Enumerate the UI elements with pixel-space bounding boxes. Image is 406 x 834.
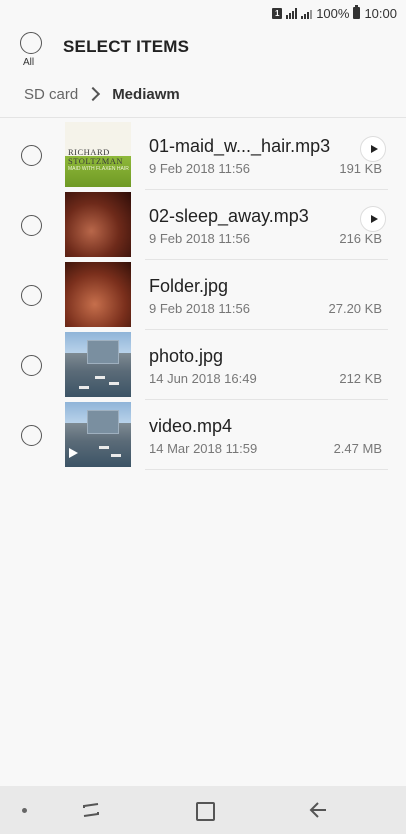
boat-shape: [79, 386, 89, 389]
building-shape: [87, 340, 119, 364]
file-size: 216 KB: [339, 231, 382, 246]
header: All SELECT ITEMS: [0, 26, 406, 72]
divider: [0, 117, 406, 118]
select-all-checkbox[interactable]: [20, 32, 42, 54]
list-item[interactable]: Folder.jpg 9 Feb 2018 11:56 27.20 KB: [0, 260, 406, 330]
file-name: 02-sleep_away.mp3: [149, 206, 309, 226]
signal-icon: [286, 7, 298, 19]
play-button[interactable]: [360, 136, 386, 162]
breadcrumb: SD card Mediawm: [0, 72, 406, 116]
status-bar: 1 100% 10:00: [0, 0, 406, 26]
file-date: 9 Feb 2018 11:56: [149, 161, 250, 176]
image-thumbnail: [65, 192, 131, 257]
page-title: SELECT ITEMS: [63, 37, 190, 56]
divider: [145, 469, 388, 470]
image-thumbnail: [65, 332, 131, 397]
navigation-bar: [0, 786, 406, 834]
signal-secondary-icon: [301, 7, 313, 19]
play-button[interactable]: [360, 206, 386, 232]
boat-shape: [99, 446, 109, 449]
item-checkbox[interactable]: [21, 355, 42, 376]
boat-shape: [95, 376, 105, 379]
file-date: 14 Jun 2018 16:49: [149, 371, 257, 386]
cover-artist-text: RICHARD STOLTZMAN: [68, 147, 124, 166]
list-item[interactable]: video.mp4 14 Mar 2018 11:59 2.47 MB: [0, 400, 406, 470]
sim-icon: 1: [272, 7, 283, 19]
play-icon: [370, 215, 378, 223]
item-checkbox[interactable]: [21, 215, 42, 236]
file-name: Folder.jpg: [149, 276, 229, 296]
battery-icon: [353, 5, 361, 19]
file-size: 212 KB: [339, 371, 382, 386]
file-list: RICHARD STOLTZMAN MAID WITH FLAXEN HAIR …: [0, 120, 406, 470]
album-cover-thumbnail: RICHARD STOLTZMAN MAID WITH FLAXEN HAIR: [65, 122, 131, 187]
back-icon[interactable]: [308, 800, 328, 825]
item-checkbox[interactable]: [21, 145, 42, 166]
video-thumbnail: [65, 402, 131, 467]
cover-subtitle-text: MAID WITH FLAXEN HAIR: [68, 166, 129, 172]
nav-dot-icon[interactable]: [22, 808, 27, 813]
home-icon[interactable]: [196, 802, 215, 821]
item-checkbox[interactable]: [21, 425, 42, 446]
image-thumbnail: [65, 262, 131, 327]
file-name: photo.jpg: [149, 346, 224, 366]
item-checkbox[interactable]: [21, 285, 42, 306]
list-item[interactable]: photo.jpg 14 Jun 2018 16:49 212 KB: [0, 330, 406, 400]
breadcrumb-current[interactable]: Mediawm: [112, 86, 180, 103]
file-date: 14 Mar 2018 11:59: [149, 441, 258, 456]
file-size: 191 KB: [339, 161, 382, 176]
play-icon: [370, 145, 378, 153]
clock: 10:00: [364, 5, 397, 21]
boat-shape: [111, 454, 121, 457]
battery-percent: 100%: [316, 5, 350, 21]
file-size: 2.47 MB: [333, 441, 382, 456]
breadcrumb-root[interactable]: SD card: [24, 86, 78, 103]
video-play-icon: [69, 448, 78, 458]
building-shape: [87, 410, 119, 434]
list-item[interactable]: 02-sleep_away.mp3 9 Feb 2018 11:56 216 K…: [0, 190, 406, 260]
file-name: 01-maid_w..._hair.mp3: [149, 136, 331, 156]
recents-icon[interactable]: [81, 800, 101, 825]
boat-shape: [109, 382, 119, 385]
select-all-label: All: [23, 57, 35, 68]
file-name: video.mp4: [149, 416, 233, 436]
list-item[interactable]: RICHARD STOLTZMAN MAID WITH FLAXEN HAIR …: [0, 120, 406, 190]
file-date: 9 Feb 2018 11:56: [149, 231, 250, 246]
file-size: 27.20 KB: [328, 301, 383, 316]
file-date: 9 Feb 2018 11:56: [149, 301, 250, 316]
chevron-right-icon: [86, 86, 101, 102]
